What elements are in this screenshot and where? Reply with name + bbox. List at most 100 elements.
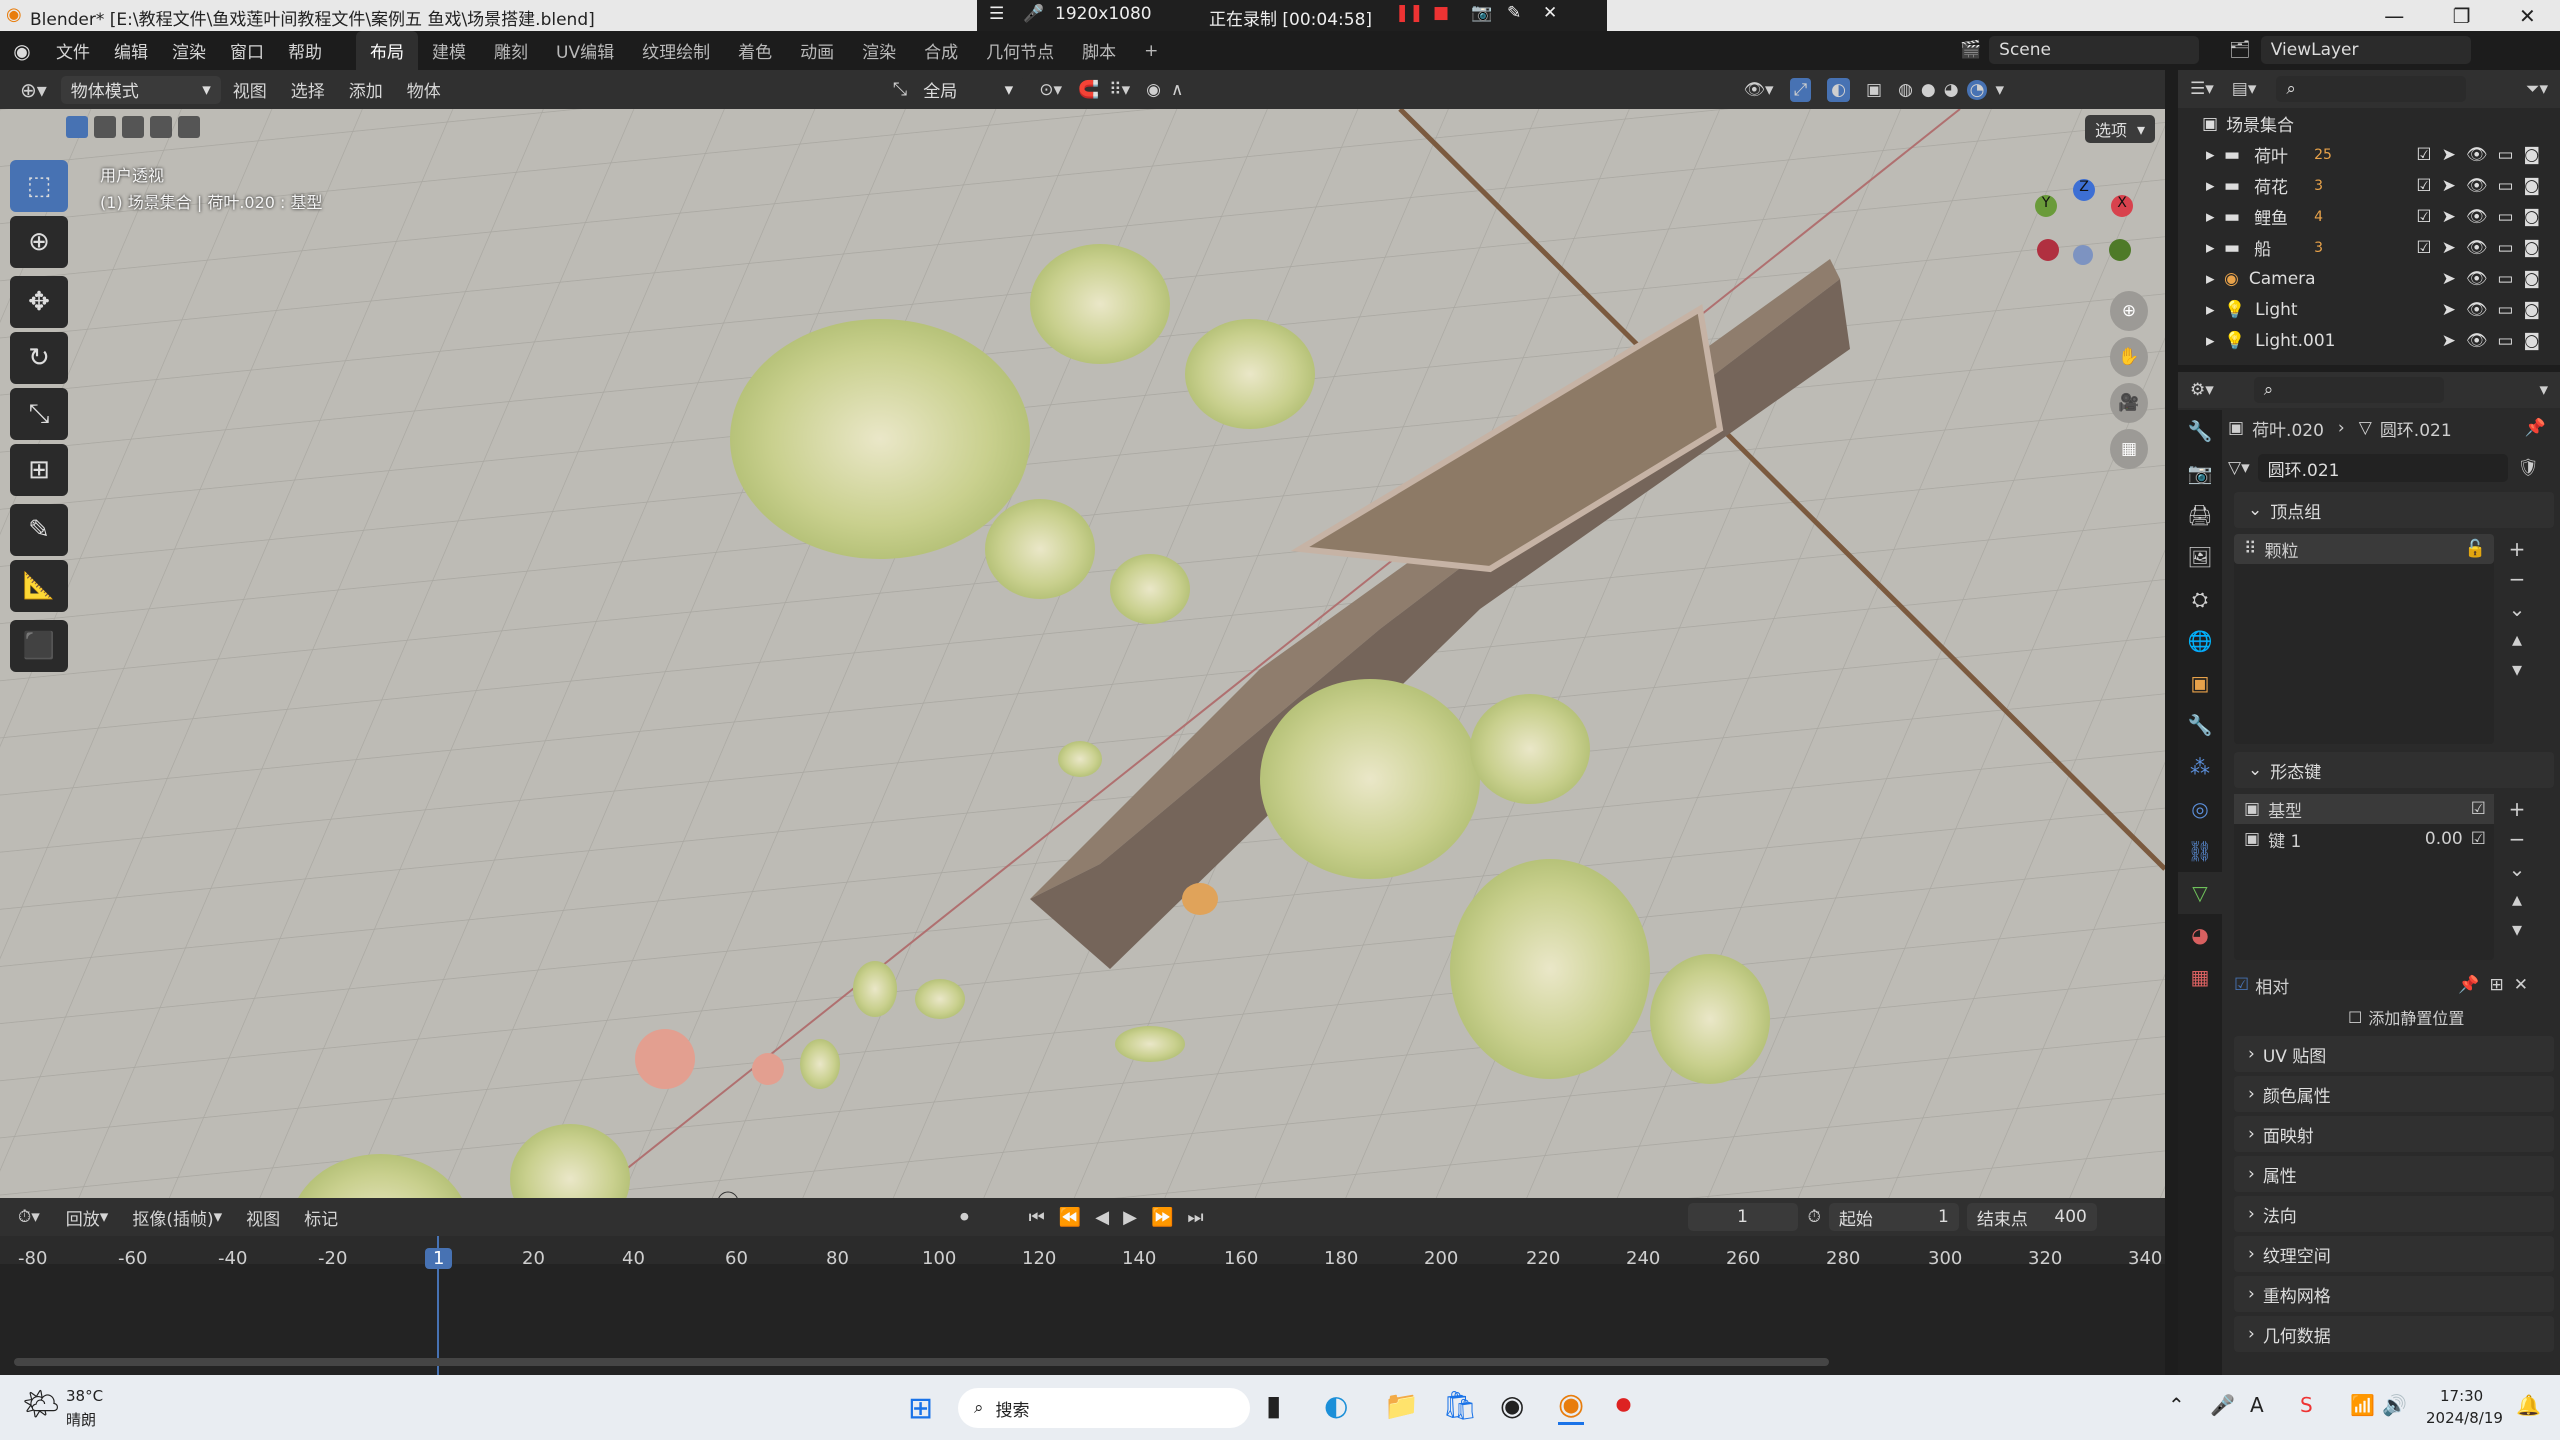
timeline-editor-icon[interactable]: ⏱▾ [18,1207,40,1227]
notification-icon[interactable]: 🔔 [2516,1393,2541,1417]
workspace-tab[interactable]: 脚本 [1068,31,1130,70]
transform-orientation-icon[interactable]: ⤡ [893,79,907,100]
move-down-icon[interactable]: ▾ [2506,914,2528,944]
stop-icon[interactable]: ■ [1433,3,1449,23]
row-toggles[interactable]: ➤👁▭◙ [2442,300,2550,320]
workspace-tab[interactable]: 布局 [356,31,418,70]
expand-icon[interactable]: ▸ [2206,207,2224,227]
use-preview-range-icon[interactable]: ⏱ [1808,1207,1821,1227]
mic-icon[interactable]: 🎤 [1023,4,1044,24]
outliner-item[interactable]: ▸ ▬ 鲤鱼 4 ☑➤👁▭◙ [2178,201,2560,232]
playback-controls[interactable]: ⏮⏪◀▶⏩⏭ [1029,1207,1218,1228]
expand-icon[interactable]: ▸ [2206,269,2224,289]
fake-user-icon[interactable]: 🛡 [2518,458,2540,478]
scene-icon[interactable]: 🎬 [1960,40,1981,60]
checkbox[interactable]: ☑ [2471,829,2486,849]
uv-maps-panel-header[interactable]: › UV 贴图 [2234,1036,2554,1072]
select-new-icon[interactable] [66,116,88,138]
current-frame-field[interactable]: 1 [1687,1203,1798,1231]
menu-help[interactable]: 帮助 [276,31,334,70]
select-invert-icon[interactable] [150,116,172,138]
checkbox[interactable]: ☑ [2471,799,2486,819]
pause-icon[interactable]: ❚❚ [1395,3,1424,23]
snap-icon[interactable]: 🧲 [1078,80,1099,100]
neg-x-axis-icon[interactable] [2037,239,2059,261]
expand-icon[interactable]: ▸ [2206,300,2224,320]
snap-grid-icon[interactable]: ⠿▾ [1109,80,1130,100]
mesh-name-field[interactable]: 圆环.021 [2257,454,2508,482]
workspace-tab[interactable]: 动画 [786,31,848,70]
add-rest-checkbox[interactable]: ☐ [2348,1008,2362,1027]
transform-dropdown[interactable]: 全局 ▾ [913,75,1024,104]
viewport-menu-view[interactable]: 视图 [221,70,279,109]
rendered-shading-icon[interactable]: ◔ [1966,79,1988,100]
tray-chevron-icon[interactable]: ⌃ [2168,1393,2185,1417]
workspace-tab[interactable]: 建模 [418,31,480,70]
row-toggles[interactable]: ➤👁▭◙ [2442,331,2550,351]
scale-tool-icon[interactable]: ⤡ [10,388,68,440]
properties-editor-icon[interactable]: ⚙▾ [2190,380,2214,400]
move-up-icon[interactable]: ▴ [2506,624,2528,654]
x-axis-icon[interactable]: X [2111,195,2133,217]
remove-icon[interactable]: − [2506,824,2528,854]
measure-tool-icon[interactable]: 📐 [10,560,68,612]
vertex-group-list[interactable]: ⠿ 颗粒 🔓 [2234,534,2494,744]
outliner-item[interactable]: ▸ ▬ 荷叶 25 ☑➤👁▭◙ [2178,139,2560,170]
tool-tab-icon[interactable]: 🔧 [2178,410,2222,452]
display-mode-icon[interactable]: ▤▾ [2232,79,2257,99]
particles-tab-icon[interactable]: ⁂ [2178,746,2222,788]
viewport-menu-object[interactable]: 物体 [395,70,453,109]
mesh-data-icon[interactable]: ▽▾ [2228,458,2250,478]
material-shading-icon[interactable]: ◕ [1944,80,1959,100]
shape-key-tools-icons[interactable]: 📌⊞✕ [2458,975,2538,995]
auto-keying-icon[interactable]: ⏺ [960,1207,969,1227]
menu-file[interactable]: 文件 [44,31,102,70]
overlay-toggle-icon[interactable]: ◐ [1827,77,1851,102]
view-layer-icon[interactable]: 🗂 [2229,40,2251,60]
vertex-groups-panel-header[interactable]: ⌄ 顶点组 [2234,492,2554,528]
texture-space-panel-header[interactable]: › 纹理空间 [2234,1236,2554,1272]
select-intersect-icon[interactable] [178,116,200,138]
solid-shading-icon[interactable]: ● [1921,80,1936,100]
blender-taskbar-icon[interactable]: ◉ [1558,1387,1585,1425]
specials-icon[interactable]: ⌄ [2506,594,2528,624]
material-tab-icon[interactable]: ◕ [2178,914,2222,956]
zoom-icon[interactable]: ⊕ [2110,291,2148,331]
constraints-tab-icon[interactable]: ⛓ [2178,830,2222,872]
object-tab-icon[interactable]: ▣ [2178,662,2222,704]
options-dropdown[interactable]: 选项 ▾ [2085,115,2155,143]
volume-icon[interactable]: 🔊 [2382,1393,2407,1417]
add-cube-tool-icon[interactable]: ⬛ [10,620,68,672]
move-tool-icon[interactable]: ✥ [10,276,68,328]
list-item[interactable]: ▣ 基型 ☑ [2234,794,2494,824]
render-tab-icon[interactable]: 📷 [2178,452,2222,494]
add-icon[interactable]: + [2506,794,2528,824]
data-tab-icon[interactable]: ▽ [2178,872,2222,914]
editor-type-icon[interactable]: ⊕▾ [20,78,47,102]
remove-icon[interactable]: − [2506,564,2528,594]
annotate-tool-icon[interactable]: ✎ [10,504,68,556]
weather-icon[interactable]: 🌤 [22,1387,60,1422]
workspace-tab[interactable]: 合成 [910,31,972,70]
shape-key-list[interactable]: ▣ 基型 ☑ ▣ 键 1 0.00 ☑ [2234,794,2494,960]
modifier-tab-icon[interactable]: 🔧 [2178,704,2222,746]
close-recording-icon[interactable]: ✕ [1543,3,1557,23]
outliner-item[interactable]: ▸ 💡 Light ➤👁▭◙ [2178,294,2560,325]
color-attributes-panel-header[interactable]: › 颜色属性 [2234,1076,2554,1112]
row-toggles[interactable]: ☑➤👁▭◙ [2416,238,2550,258]
start-icon[interactable]: ⊞ [908,1391,933,1426]
normals-panel-header[interactable]: › 法向 [2234,1196,2554,1232]
shape-key-value[interactable]: 0.00 [2425,829,2463,849]
pivot-icon[interactable]: ⊙▾ [1039,80,1062,100]
viewport-menu-select[interactable]: 选择 [279,70,337,109]
select-box-icon[interactable]: ⬚ [10,160,68,212]
proportional-icon[interactable]: ◉ [1146,80,1161,100]
pin-icon[interactable]: 📌 [2525,418,2546,438]
list-item[interactable]: ▣ 键 1 0.00 ☑ [2234,824,2494,854]
blender-menu-icon[interactable]: ◉ [0,39,44,63]
marker-menu[interactable]: 标记 [292,1198,350,1237]
outliner-item[interactable]: ▸ ▬ 船 3 ☑➤👁▭◙ [2178,232,2560,263]
view-layer-tab-icon[interactable]: 🖼 [2178,536,2222,578]
properties-options-icon[interactable]: ▾ [2539,380,2548,400]
row-toggles[interactable]: ☑➤👁▭◙ [2416,207,2550,227]
